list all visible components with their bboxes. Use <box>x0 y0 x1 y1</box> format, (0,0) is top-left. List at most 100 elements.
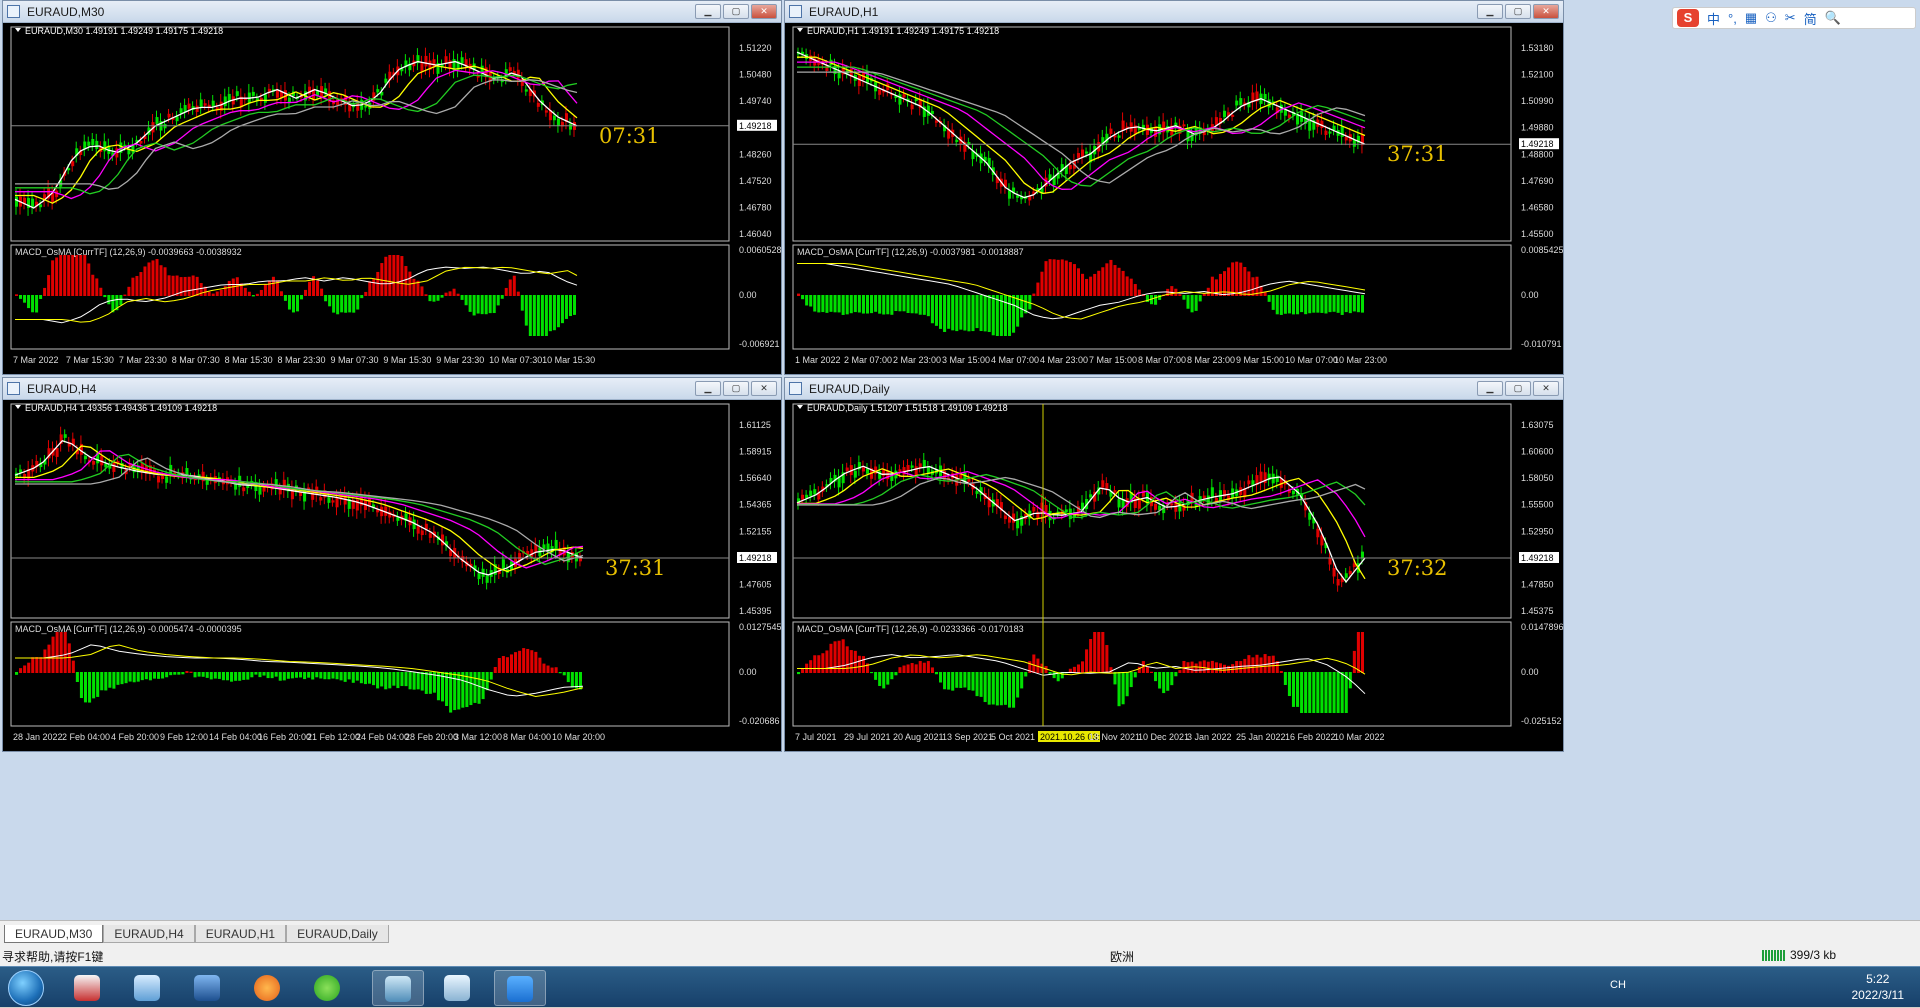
minimize-button[interactable]: ▁ <box>1477 381 1503 396</box>
taskbar-app-monitor[interactable] <box>182 970 234 1006</box>
ime-simplified-toggle[interactable]: 简 <box>1804 9 1817 28</box>
taskbar-app-people[interactable] <box>122 970 174 1006</box>
macd-bar <box>963 672 967 688</box>
price-axis-label: 1.58915 <box>739 447 772 457</box>
close-button[interactable]: ✕ <box>1533 381 1559 396</box>
window-titlebar[interactable]: EURAUD,Daily ▁ ▢ ✕ <box>785 378 1563 400</box>
macd-bar <box>801 295 805 300</box>
macd-bar <box>971 295 975 332</box>
sogou-logo-icon[interactable]: S <box>1677 9 1699 27</box>
macd-bar <box>1072 264 1076 296</box>
candle-body <box>508 67 512 72</box>
minimize-button[interactable]: ▁ <box>695 381 721 396</box>
minimize-button[interactable]: ▁ <box>695 4 721 19</box>
price-chart[interactable]: 1.512201.504801.497401.490001.482601.475… <box>3 23 781 374</box>
price-chart[interactable]: 1.53180 1.52100 1.50990 1.49880 1.48800 1.476… <box>785 23 1563 374</box>
macd-bar <box>103 295 107 298</box>
taskbar-app-chart[interactable] <box>62 970 114 1006</box>
ime-keyboard-icon[interactable]: ▦ <box>1745 10 1757 26</box>
ime-chinese-toggle[interactable]: 中 <box>1707 9 1720 28</box>
macd-bar <box>857 655 861 673</box>
taskbar-app-messenger[interactable] <box>494 970 546 1006</box>
ime-search-icon[interactable]: 🔍 <box>1825 10 1841 26</box>
language-indicator[interactable]: CH <box>1610 979 1626 991</box>
window-titlebar[interactable]: EURAUD,H4 ▁ ▢ ✕ <box>3 378 781 400</box>
macd-bar <box>1198 295 1202 302</box>
maximize-button[interactable]: ▢ <box>1505 381 1531 396</box>
tab-euraud-h4[interactable]: EURAUD,H4 <box>103 925 195 943</box>
ime-tools-icon[interactable]: ✂ <box>1785 10 1796 26</box>
taskbar-app-wechat[interactable] <box>302 970 354 1006</box>
macd-bar <box>861 656 865 673</box>
candle-body <box>183 105 187 112</box>
macd-bar <box>1340 295 1344 315</box>
macd-bar <box>75 255 79 296</box>
macd-bar <box>457 672 461 710</box>
taskbar-app-terminal[interactable] <box>372 970 424 1006</box>
macd-label: MACD_OsMA [CurrTF] (12,26,9) -0.0037981 … <box>797 247 1024 257</box>
macd-bar <box>930 667 934 673</box>
time-axis-label: 28 Feb 20:00 <box>405 732 458 742</box>
chart-window-h4[interactable]: EURAUD,H4 ▁ ▢ ✕ 1.61125 1.58915 1.56640 1.5… <box>2 377 782 752</box>
candle-body <box>460 57 464 64</box>
macd-bar <box>1267 295 1271 302</box>
countdown-timer: 37:31 <box>1387 142 1448 166</box>
macd-bar <box>1300 295 1304 313</box>
chart-app-icon <box>74 975 100 1001</box>
chart-window-h1[interactable]: EURAUD,H1 ▁ ▢ ✕ 1.53180 1.52100 1.50990 1.4… <box>784 0 1564 375</box>
ime-user-icon[interactable]: ⚇ <box>1765 10 1777 26</box>
candle-body <box>428 533 432 538</box>
price-chart[interactable]: 1.630751.606001.580501.555001.529501.504… <box>785 400 1563 751</box>
macd-bar <box>376 672 380 689</box>
chart-info-text: EURAUD,M30 1.49191 1.49249 1.49175 1.492… <box>25 26 223 36</box>
macd-bar <box>51 636 55 673</box>
macd-bar <box>951 672 955 691</box>
macd-bar <box>556 295 560 328</box>
macd-bar <box>898 667 902 673</box>
ime-toolbar[interactable]: S 中 °, ▦ ⚇ ✂ 简 🔍 <box>1672 7 1916 29</box>
ime-punctuation-toggle[interactable]: °, <box>1728 11 1737 26</box>
tab-euraud-h1[interactable]: EURAUD,H1 <box>194 925 287 943</box>
close-button[interactable]: ✕ <box>751 4 777 19</box>
chart-window-daily[interactable]: EURAUD,Daily ▁ ▢ ✕ 1.63075 1.60600 1.58050… <box>784 377 1564 752</box>
macd-bar <box>825 650 829 673</box>
tab-euraud-m30[interactable]: EURAUD,M30 <box>4 925 104 943</box>
chart-window-m30[interactable]: EURAUD,M30 ▁ ▢ ✕ 1.51220 1.50480 1.49740 1.… <box>2 0 782 375</box>
macd-bar <box>566 672 570 683</box>
macd-bar <box>343 672 347 682</box>
candle-body <box>319 497 323 501</box>
candle-body <box>1032 507 1036 512</box>
macd-bar <box>508 279 512 296</box>
maximize-button[interactable]: ▢ <box>723 381 749 396</box>
price-chart[interactable]: 1.611251.589151.566401.543651.521551.498… <box>3 400 781 751</box>
macd-bar <box>991 295 995 336</box>
macd-bar <box>336 295 340 315</box>
macd-bar <box>1178 294 1182 296</box>
close-button[interactable]: ✕ <box>751 381 777 396</box>
start-button[interactable] <box>8 970 44 1006</box>
minimize-button[interactable]: ▁ <box>1477 4 1503 19</box>
macd-bar <box>420 286 424 296</box>
candle-body <box>1348 570 1352 575</box>
clock[interactable]: 5:22 2022/3/11 <box>1852 971 1905 1003</box>
time-axis-label: 10 Mar 07:30 <box>489 355 542 365</box>
candle-body <box>898 94 902 105</box>
macd-bar <box>898 295 902 312</box>
maximize-button[interactable]: ▢ <box>1505 4 1531 19</box>
taskbar-app-orange[interactable] <box>242 970 294 1006</box>
taskbar-app-notes[interactable] <box>432 970 484 1006</box>
connection-status[interactable]: 399/3 kb <box>1762 948 1836 962</box>
window-titlebar[interactable]: EURAUD,M30 ▁ ▢ ✕ <box>3 1 781 23</box>
tab-euraud-daily[interactable]: EURAUD,Daily <box>286 925 389 943</box>
macd-bar <box>1324 295 1328 314</box>
maximize-button[interactable]: ▢ <box>723 4 749 19</box>
time-axis-label: 9 Feb 12:00 <box>160 732 208 742</box>
close-button[interactable]: ✕ <box>1533 4 1559 19</box>
macd-bar <box>1064 260 1068 296</box>
window-titlebar[interactable]: EURAUD,H1 ▁ ▢ ✕ <box>785 1 1563 23</box>
time-axis-label: 13 Sep 2021 <box>942 732 993 742</box>
macd-bar <box>169 672 173 676</box>
macd-bar <box>857 295 861 313</box>
candle-body <box>258 486 262 495</box>
time-axis-label: 4 Mar 23:00 <box>1040 355 1088 365</box>
